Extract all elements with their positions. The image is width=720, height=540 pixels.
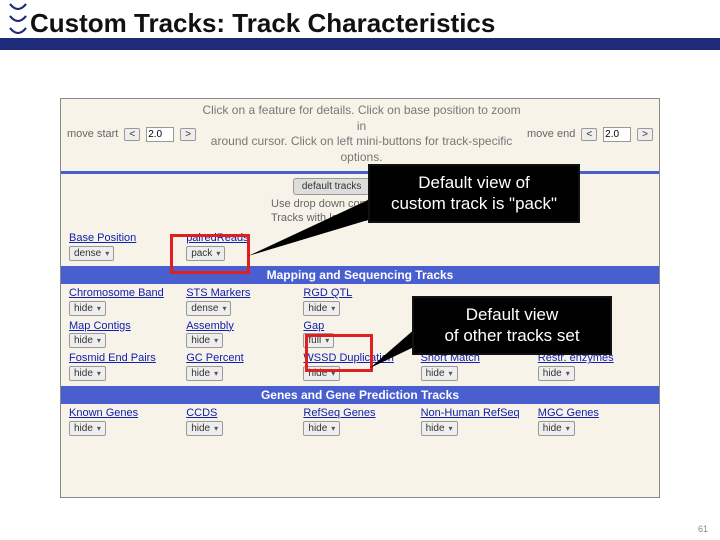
track-base-position[interactable]: Base Position bbox=[69, 232, 182, 245]
track-map-contigs[interactable]: Map Contigs bbox=[69, 320, 182, 333]
move-end-input[interactable] bbox=[603, 127, 631, 142]
select-chromosome-band[interactable]: hide▾ bbox=[69, 301, 106, 316]
select-base-position[interactable]: dense▾ bbox=[69, 246, 114, 261]
select-rgd-qtl[interactable]: hide▾ bbox=[303, 301, 340, 316]
track-sts-markers[interactable]: STS Markers bbox=[186, 287, 299, 300]
track-ccds[interactable]: CCDS bbox=[186, 407, 299, 420]
page-number: 61 bbox=[698, 524, 708, 534]
callout-other-line1: Default view bbox=[466, 305, 559, 324]
callout-pack: Default view of custom track is "pack" bbox=[368, 164, 580, 223]
select-gc-percent[interactable]: hide▾ bbox=[186, 366, 223, 381]
select-refseq[interactable]: hide▾ bbox=[303, 421, 340, 436]
select-mgc[interactable]: hide▾ bbox=[538, 421, 575, 436]
track-gc-percent[interactable]: GC Percent bbox=[186, 352, 299, 365]
move-start-right-button[interactable]: > bbox=[180, 128, 196, 141]
nav-row: move start < > Click on a feature for de… bbox=[61, 99, 659, 169]
nav-instructions: Click on a feature for details. Click on… bbox=[202, 103, 521, 165]
select-nonhuman-refseq[interactable]: hide▾ bbox=[421, 421, 458, 436]
track-chromosome-band[interactable]: Chromosome Band bbox=[69, 287, 182, 300]
select-paired-reads[interactable]: pack▾ bbox=[186, 246, 225, 261]
slide-title: Custom Tracks: Track Characteristics bbox=[30, 8, 495, 39]
select-map-contigs[interactable]: hide▾ bbox=[69, 333, 106, 348]
select-short-match[interactable]: hide▾ bbox=[421, 366, 458, 381]
section-genes: Genes and Gene Prediction Tracks bbox=[61, 386, 659, 404]
select-restr[interactable]: hide▾ bbox=[538, 366, 575, 381]
callout-pack-pointer bbox=[248, 200, 372, 256]
track-refseq[interactable]: RefSeq Genes bbox=[303, 407, 416, 420]
select-known-genes[interactable]: hide▾ bbox=[69, 421, 106, 436]
select-wssd[interactable]: hide▾ bbox=[303, 366, 340, 381]
track-known-genes[interactable]: Known Genes bbox=[69, 407, 182, 420]
move-start-label: move start bbox=[67, 128, 118, 140]
section-mapping: Mapping and Sequencing Tracks bbox=[61, 266, 659, 284]
move-start-left-button[interactable]: < bbox=[124, 128, 140, 141]
track-rgd-qtl[interactable]: RGD QTL bbox=[303, 287, 416, 300]
track-assembly[interactable]: Assembly bbox=[186, 320, 299, 333]
select-gap[interactable]: full▾ bbox=[303, 333, 334, 348]
header-blue-bar bbox=[0, 38, 720, 50]
move-end-left-button[interactable]: < bbox=[581, 128, 597, 141]
callout-other: Default view of other tracks set bbox=[412, 296, 612, 355]
genes-tracks-grid: Known Genes hide▾ CCDS hide▾ RefSeq Gene… bbox=[61, 406, 659, 437]
callout-other-line2: of other tracks set bbox=[444, 326, 579, 345]
track-nonhuman-refseq[interactable]: Non-Human RefSeq bbox=[421, 407, 534, 420]
track-fosmid[interactable]: Fosmid End Pairs bbox=[69, 352, 182, 365]
move-end-label: move end bbox=[527, 128, 575, 140]
move-start-input[interactable] bbox=[146, 127, 174, 142]
callout-pack-line1: Default view of bbox=[418, 173, 530, 192]
callout-other-pointer bbox=[370, 328, 416, 368]
select-ccds[interactable]: hide▾ bbox=[186, 421, 223, 436]
select-sts-markers[interactable]: dense▾ bbox=[186, 301, 231, 316]
select-assembly[interactable]: hide▾ bbox=[186, 333, 223, 348]
callout-pack-line2: custom track is "pack" bbox=[391, 194, 557, 213]
track-mgc[interactable]: MGC Genes bbox=[538, 407, 651, 420]
move-end-right-button[interactable]: > bbox=[637, 128, 653, 141]
default-tracks-button[interactable]: default tracks bbox=[293, 178, 370, 195]
select-fosmid[interactable]: hide▾ bbox=[69, 366, 106, 381]
